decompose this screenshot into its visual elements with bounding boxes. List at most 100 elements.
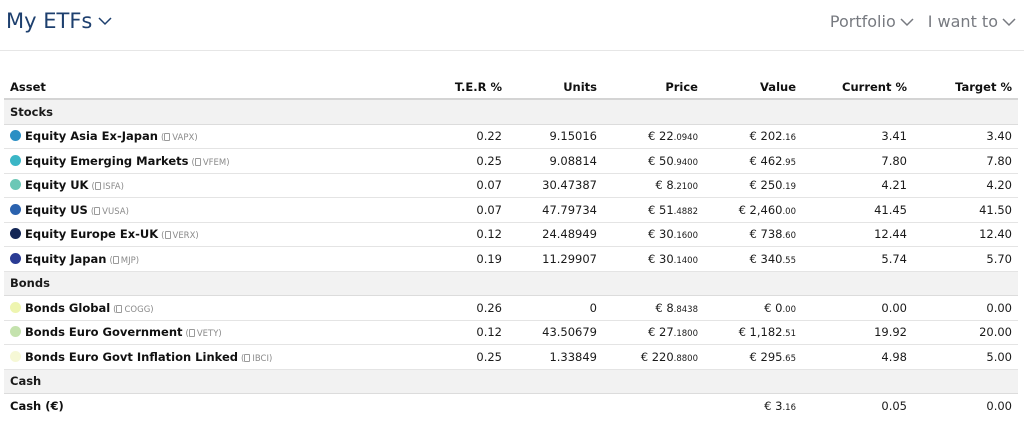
price-decimals: .9400 bbox=[673, 157, 698, 168]
document-icon bbox=[164, 231, 171, 240]
group-label: Cash bbox=[4, 369, 1018, 394]
value-cell: € 462.95 bbox=[704, 148, 802, 174]
units-cell: 43.50679 bbox=[508, 320, 603, 345]
table-row[interactable]: Cash (€) € 3.16 0.05 0.00 bbox=[4, 394, 1018, 418]
asset-color-dot bbox=[10, 228, 21, 240]
document-icon bbox=[116, 304, 123, 313]
table-row[interactable]: Bonds Global(COGG) 0.26 0 € 8.8438 € 0.00 0.0… bbox=[4, 295, 1018, 321]
value-main: € 295 bbox=[749, 349, 783, 364]
current-percent-cell: 41.45 bbox=[802, 197, 913, 223]
asset-ticker[interactable]: (VAPX) bbox=[161, 133, 198, 143]
etf-holdings-table: Asset T.E.R % Units Price Value Current … bbox=[4, 76, 1018, 418]
asset-ticker[interactable]: (VERX) bbox=[161, 231, 199, 241]
target-percent-cell: 20.00 bbox=[913, 320, 1018, 345]
value-main: € 3 bbox=[764, 398, 783, 413]
price-cell bbox=[603, 394, 704, 418]
column-header-current[interactable]: Current % bbox=[802, 76, 913, 100]
ter-cell: 0.26 bbox=[440, 295, 508, 321]
price-main: € 51 bbox=[648, 202, 674, 217]
ter-cell: 0.22 bbox=[440, 124, 508, 149]
document-icon bbox=[194, 157, 201, 166]
value-decimals: .16 bbox=[782, 133, 796, 144]
current-percent-cell: 4.98 bbox=[802, 344, 913, 370]
value-decimals: .55 bbox=[782, 255, 796, 266]
price-cell: € 30.1400 bbox=[603, 246, 704, 272]
asset-ticker[interactable]: (VETY) bbox=[186, 329, 222, 339]
ter-cell: 0.25 bbox=[440, 344, 508, 370]
asset-color-dot bbox=[10, 179, 21, 191]
chevron-down-icon bbox=[98, 16, 112, 26]
asset-name: Bonds Global bbox=[25, 300, 111, 315]
ticker-symbol: VAPX bbox=[172, 133, 195, 144]
asset-ticker[interactable]: (ISFA) bbox=[91, 182, 124, 193]
column-header-value[interactable]: Value bbox=[704, 76, 802, 100]
asset-color-dot bbox=[10, 252, 21, 264]
value-decimals: .19 bbox=[782, 182, 796, 193]
price-decimals: .4882 bbox=[673, 206, 698, 217]
table-row[interactable]: Bonds Euro Govt Inflation Linked(IBCI) 0.… bbox=[4, 344, 1018, 370]
value-main: € 2,460 bbox=[738, 202, 783, 217]
top-nav: Portfolio I want to bbox=[830, 12, 1016, 31]
document-icon bbox=[112, 255, 119, 264]
units-cell bbox=[508, 394, 603, 418]
price-main: € 22 bbox=[648, 129, 674, 144]
price-main: € 220 bbox=[640, 349, 674, 364]
value-cell: € 202.16 bbox=[704, 124, 802, 149]
value-cell: € 0.00 bbox=[704, 295, 802, 321]
value-cell: € 340.55 bbox=[704, 246, 802, 272]
table-row[interactable]: Equity Japan(MJP) 0.19 11.29907 € 30.1400 € … bbox=[4, 246, 1018, 272]
asset-cell: Equity Europe Ex-UK(VERX) bbox=[4, 222, 440, 247]
value-main: € 1,182 bbox=[738, 325, 783, 340]
column-header-ter[interactable]: T.E.R % bbox=[440, 76, 508, 100]
table-row[interactable]: Equity Europe Ex-UK(VERX) 0.12 24.48949 € 3… bbox=[4, 222, 1018, 247]
ticker-symbol: ISFA bbox=[102, 182, 121, 193]
target-percent-cell: 0.00 bbox=[986, 398, 1012, 413]
price-decimals: .0940 bbox=[673, 133, 698, 144]
units-cell: 47.79734 bbox=[508, 197, 603, 223]
table-row[interactable]: Equity Emerging Markets(VFEM) 0.25 9.08814… bbox=[4, 148, 1018, 174]
asset-ticker[interactable]: (VFEM) bbox=[191, 157, 230, 168]
value-cell: € 250.19 bbox=[704, 173, 802, 198]
group-row-bonds: Bonds bbox=[4, 271, 1018, 296]
asset-name: Equity Emerging Markets bbox=[25, 153, 189, 168]
page-title-dropdown[interactable]: My ETFs bbox=[6, 9, 112, 33]
asset-color-dot bbox=[10, 130, 21, 142]
price-cell: € 220.8800 bbox=[603, 344, 704, 370]
table-row[interactable]: Equity UK(ISFA) 0.07 30.47387 € 8.2100 € 250… bbox=[4, 173, 1018, 198]
units-cell: 1.33849 bbox=[508, 344, 603, 370]
asset-ticker[interactable]: (MJP) bbox=[109, 255, 139, 266]
asset-ticker[interactable]: (VUSA) bbox=[91, 206, 129, 217]
units-cell: 9.15016 bbox=[508, 124, 603, 149]
page-header: My ETFs Portfolio I want to bbox=[0, 0, 1024, 51]
column-header-price[interactable]: Price bbox=[603, 76, 704, 100]
asset-name: Equity Europe Ex-UK bbox=[25, 227, 159, 242]
price-decimals: .2100 bbox=[673, 182, 698, 193]
ter-cell: 0.19 bbox=[440, 246, 508, 272]
ticker-symbol: VERX bbox=[172, 231, 196, 242]
table-row[interactable]: Bonds Euro Government(VETY) 0.12 43.50679 €… bbox=[4, 320, 1018, 345]
group-label: Bonds bbox=[4, 271, 1018, 296]
asset-ticker[interactable]: (IBCI) bbox=[241, 353, 272, 364]
table-row[interactable]: Equity US(VUSA) 0.07 47.79734 € 51.4882 € 2,… bbox=[4, 197, 1018, 223]
current-percent-cell: 19.92 bbox=[802, 320, 913, 345]
price-main: € 8 bbox=[655, 300, 674, 315]
column-header-asset[interactable]: Asset bbox=[4, 76, 440, 100]
asset-cell: Equity Asia Ex-Japan(VAPX) bbox=[4, 124, 440, 149]
column-header-units[interactable]: Units bbox=[508, 76, 603, 100]
price-decimals: .8800 bbox=[673, 353, 698, 364]
asset-ticker[interactable]: (COGG) bbox=[113, 304, 154, 315]
asset-cell: Equity Emerging Markets(VFEM) bbox=[4, 148, 440, 174]
portfolio-menu[interactable]: Portfolio bbox=[830, 12, 914, 31]
asset-name: Equity Japan bbox=[25, 251, 107, 266]
table-row[interactable]: Equity Asia Ex-Japan(VAPX) 0.22 9.15016 € 2… bbox=[4, 124, 1018, 149]
units-cell: 0 bbox=[508, 295, 603, 321]
i-want-to-menu[interactable]: I want to bbox=[928, 12, 1016, 31]
value-decimals: .00 bbox=[782, 206, 796, 217]
ter-cell: 0.07 bbox=[440, 173, 508, 198]
document-icon bbox=[164, 133, 171, 142]
value-decimals: .00 bbox=[782, 304, 796, 315]
column-header-target[interactable]: Target % bbox=[913, 76, 1018, 100]
target-percent-cell: 3.40 bbox=[913, 124, 1018, 149]
document-icon bbox=[188, 329, 195, 338]
value-cell: € 2,460.00 bbox=[704, 197, 802, 223]
